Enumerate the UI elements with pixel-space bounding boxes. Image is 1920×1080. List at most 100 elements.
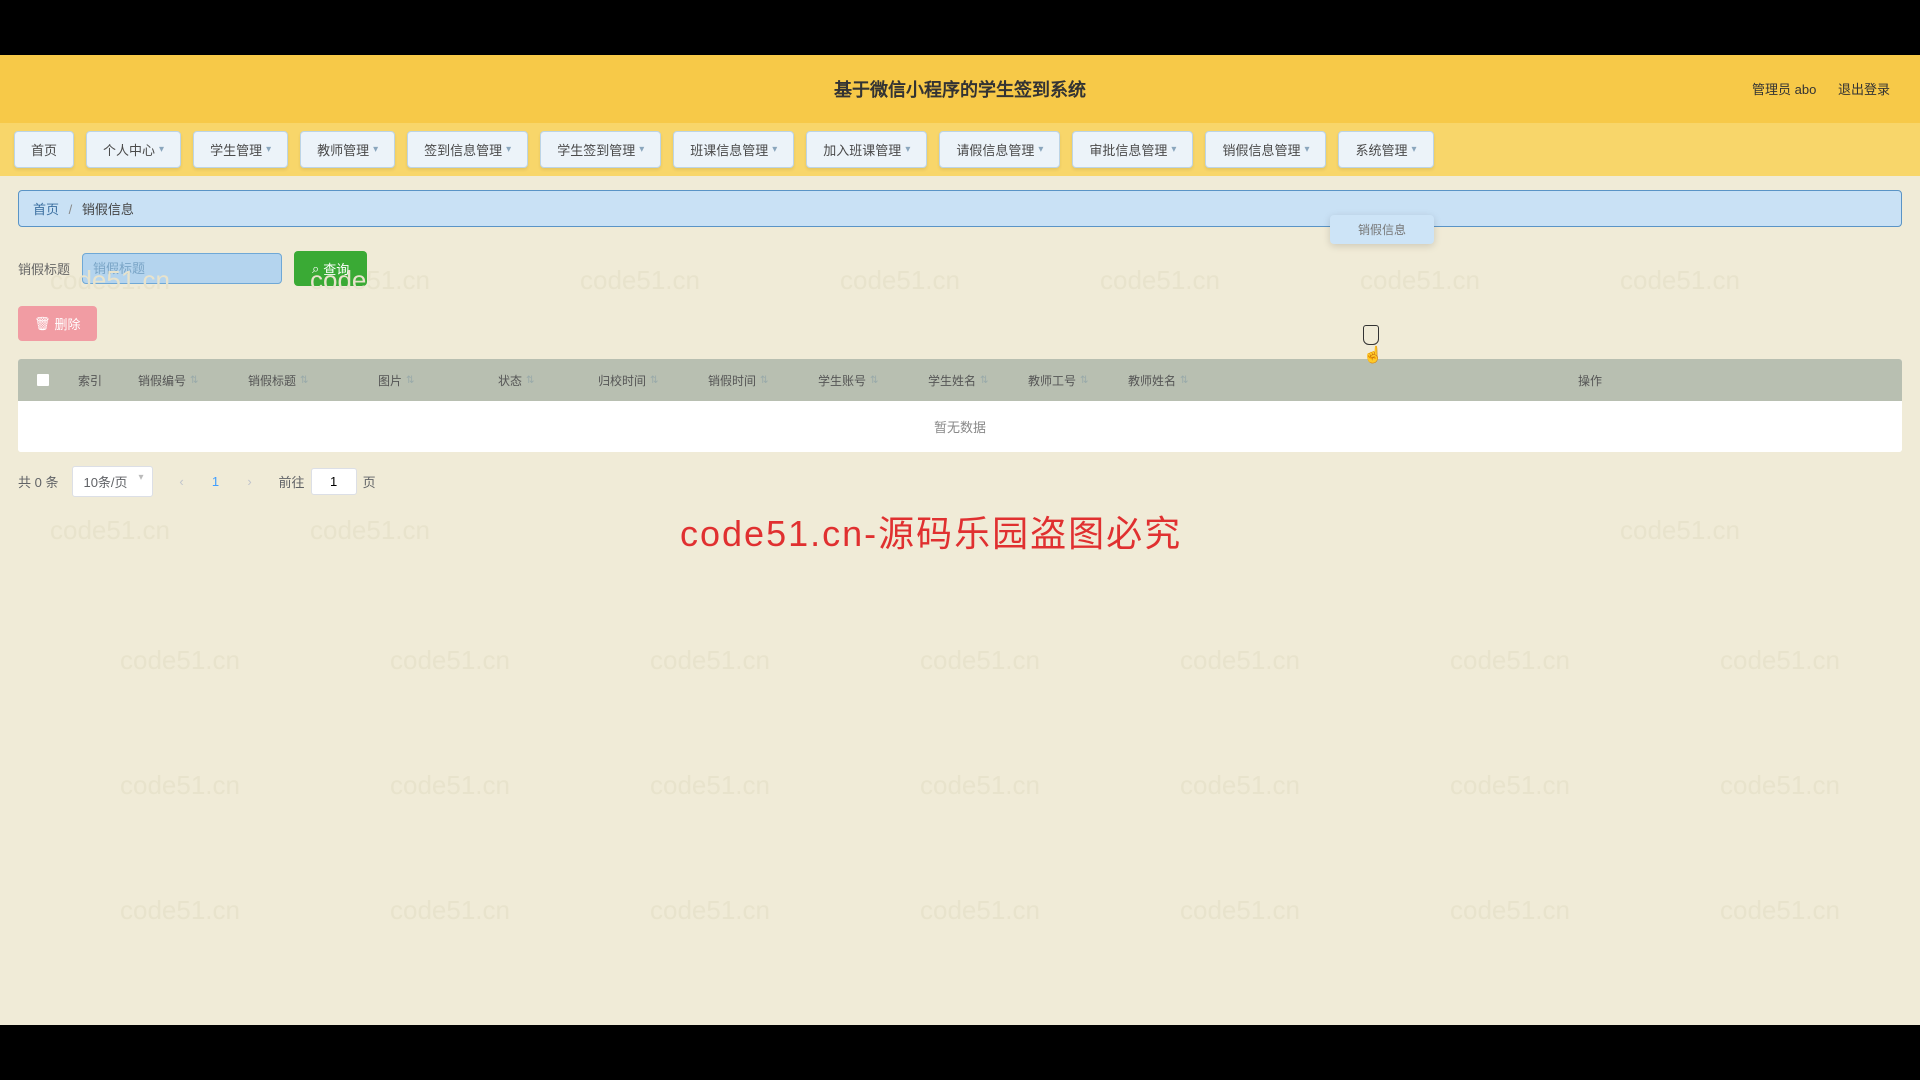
sort-icon[interactable]: ⇅ bbox=[1080, 375, 1088, 386]
watermark: code51.cn bbox=[1450, 895, 1570, 926]
col-teacher-id[interactable]: 教师工号⇅ bbox=[1018, 372, 1118, 389]
col-id[interactable]: 销假编号⇅ bbox=[128, 372, 238, 389]
sort-icon[interactable]: ⇅ bbox=[870, 375, 878, 386]
watermark: code51.cn bbox=[1180, 645, 1300, 676]
watermark: code51.cn bbox=[390, 895, 510, 926]
chevron-down-icon: ▾ bbox=[373, 144, 378, 155]
nav-teacher-mgmt[interactable]: 教师管理▾ bbox=[300, 131, 395, 168]
page-jump-prefix: 前往 bbox=[279, 472, 305, 491]
nav-join-class-mgmt[interactable]: 加入班课管理▾ bbox=[806, 131, 927, 168]
breadcrumb-separator: / bbox=[69, 202, 73, 217]
nav-student-signin-mgmt[interactable]: 学生签到管理▾ bbox=[540, 131, 661, 168]
page-number[interactable]: 1 bbox=[201, 467, 231, 497]
nav-class-mgmt[interactable]: 班课信息管理▾ bbox=[673, 131, 794, 168]
watermark: code51.cn bbox=[1180, 770, 1300, 801]
sort-icon[interactable]: ⇅ bbox=[760, 375, 768, 386]
page-jump-suffix: 页 bbox=[363, 472, 376, 491]
page-title: 基于微信小程序的学生签到系统 bbox=[834, 76, 1086, 102]
col-title[interactable]: 销假标题⇅ bbox=[238, 372, 368, 389]
watermark-red: code51.cn-源码乐园盗图必究 bbox=[680, 505, 1182, 557]
chevron-down-icon: ▾ bbox=[1412, 144, 1417, 155]
search-button[interactable]: ⌕ 查询 bbox=[294, 251, 367, 286]
sort-icon[interactable]: ⇅ bbox=[526, 375, 534, 386]
search-input[interactable] bbox=[82, 253, 282, 284]
nav-student-mgmt[interactable]: 学生管理▾ bbox=[193, 131, 288, 168]
chevron-down-icon: ▾ bbox=[639, 144, 644, 155]
watermark: code51.cn bbox=[650, 770, 770, 801]
col-account[interactable]: 学生账号⇅ bbox=[808, 372, 918, 389]
app-viewport: code51.cn code51.cn code51.cn code51.cn … bbox=[0, 55, 1920, 1025]
chevron-down-icon: ▾ bbox=[1304, 144, 1309, 155]
filter-label: 销假标题 bbox=[18, 259, 70, 278]
nav-home[interactable]: 首页 bbox=[14, 131, 74, 168]
watermark: code51.cn bbox=[120, 770, 240, 801]
sort-icon[interactable]: ⇅ bbox=[406, 375, 414, 386]
watermark: code51.cn bbox=[1450, 770, 1570, 801]
data-table: 索引 销假编号⇅ 销假标题⇅ 图片⇅ 状态⇅ 归校时间⇅ 销假时间⇅ 学生账号⇅… bbox=[18, 359, 1902, 452]
nav-signin-mgmt[interactable]: 签到信息管理▾ bbox=[407, 131, 528, 168]
watermark: code51.cn bbox=[650, 645, 770, 676]
table-empty-text: 暂无数据 bbox=[18, 401, 1902, 452]
search-icon: ⌕ bbox=[312, 261, 319, 277]
sort-icon[interactable]: ⇅ bbox=[300, 375, 308, 386]
chevron-down-icon: ▾ bbox=[1171, 144, 1176, 155]
chevron-down-icon: ▾ bbox=[159, 144, 164, 155]
watermark: code51.cn bbox=[1720, 645, 1840, 676]
chevron-down-icon: ▾ bbox=[772, 144, 777, 155]
watermark: code51.cn bbox=[120, 645, 240, 676]
col-ops: 操作 bbox=[1278, 372, 1902, 389]
main-nav: 首页 个人中心▾ 学生管理▾ 教师管理▾ 签到信息管理▾ 学生签到管理▾ 班课信… bbox=[0, 123, 1920, 176]
logout-link[interactable]: 退出登录 bbox=[1838, 82, 1890, 97]
col-img[interactable]: 图片⇅ bbox=[368, 372, 488, 389]
sort-icon[interactable]: ⇅ bbox=[980, 375, 988, 386]
breadcrumb-home[interactable]: 首页 bbox=[33, 202, 59, 217]
breadcrumb: 首页 / 销假信息 bbox=[18, 190, 1902, 227]
chevron-down-icon: ▾ bbox=[506, 144, 511, 155]
page-prev[interactable]: ‹ bbox=[167, 467, 197, 497]
watermark: code51.cn bbox=[650, 895, 770, 926]
watermark: code51.cn bbox=[120, 895, 240, 926]
nav-dropdown-item[interactable]: 销假信息 bbox=[1330, 215, 1434, 244]
col-x-time[interactable]: 销假时间⇅ bbox=[698, 372, 808, 389]
page-jump-input[interactable] bbox=[311, 468, 357, 495]
page-next[interactable]: › bbox=[235, 467, 265, 497]
table-header-row: 索引 销假编号⇅ 销假标题⇅ 图片⇅ 状态⇅ 归校时间⇅ 销假时间⇅ 学生账号⇅… bbox=[18, 359, 1902, 401]
pagination: 共 0 条 10条/页 ‹ 1 › 前往 页 bbox=[18, 466, 1902, 497]
delete-button[interactable]: 🗑 删除 bbox=[18, 306, 97, 341]
watermark: code51.cn bbox=[920, 645, 1040, 676]
breadcrumb-current: 销假信息 bbox=[82, 202, 134, 217]
nav-cancel-leave-mgmt[interactable]: 销假信息管理▾ bbox=[1205, 131, 1326, 168]
watermark: code51.cn bbox=[1720, 770, 1840, 801]
trash-icon: 🗑 bbox=[34, 316, 51, 332]
nav-approve-mgmt[interactable]: 审批信息管理▾ bbox=[1072, 131, 1193, 168]
header: 基于微信小程序的学生签到系统 管理员 abo 退出登录 bbox=[0, 55, 1920, 123]
chevron-down-icon: ▾ bbox=[266, 144, 271, 155]
watermark: code51.cn bbox=[1620, 515, 1740, 546]
col-student-name[interactable]: 学生姓名⇅ bbox=[918, 372, 1018, 389]
col-back-time[interactable]: 归校时间⇅ bbox=[588, 372, 698, 389]
pagination-total: 共 0 条 bbox=[18, 472, 58, 491]
nav-personal[interactable]: 个人中心▾ bbox=[86, 131, 181, 168]
chevron-down-icon: ▾ bbox=[905, 144, 910, 155]
select-all-checkbox[interactable] bbox=[36, 373, 50, 387]
nav-system-mgmt[interactable]: 系统管理▾ bbox=[1338, 131, 1433, 168]
watermark: code51.cn bbox=[310, 515, 430, 546]
chevron-down-icon: ▾ bbox=[1038, 144, 1043, 155]
watermark: code51.cn bbox=[1720, 895, 1840, 926]
watermark: code51.cn bbox=[920, 770, 1040, 801]
watermark: code51.cn bbox=[390, 770, 510, 801]
sort-icon[interactable]: ⇅ bbox=[1180, 375, 1188, 386]
watermark: code51.cn bbox=[1180, 895, 1300, 926]
watermark: code51.cn bbox=[50, 515, 170, 546]
nav-leave-mgmt[interactable]: 请假信息管理▾ bbox=[939, 131, 1060, 168]
col-index: 索引 bbox=[68, 372, 128, 389]
watermark: code51.cn bbox=[390, 645, 510, 676]
col-teacher-name[interactable]: 教师姓名⇅ bbox=[1118, 372, 1278, 389]
sort-icon[interactable]: ⇅ bbox=[650, 375, 658, 386]
user-role-label[interactable]: 管理员 abo bbox=[1752, 82, 1816, 97]
col-status[interactable]: 状态⇅ bbox=[488, 372, 588, 389]
watermark: code51.cn bbox=[1450, 645, 1570, 676]
page-size-select[interactable]: 10条/页 bbox=[72, 466, 152, 497]
watermark: code51.cn bbox=[920, 895, 1040, 926]
sort-icon[interactable]: ⇅ bbox=[190, 375, 198, 386]
